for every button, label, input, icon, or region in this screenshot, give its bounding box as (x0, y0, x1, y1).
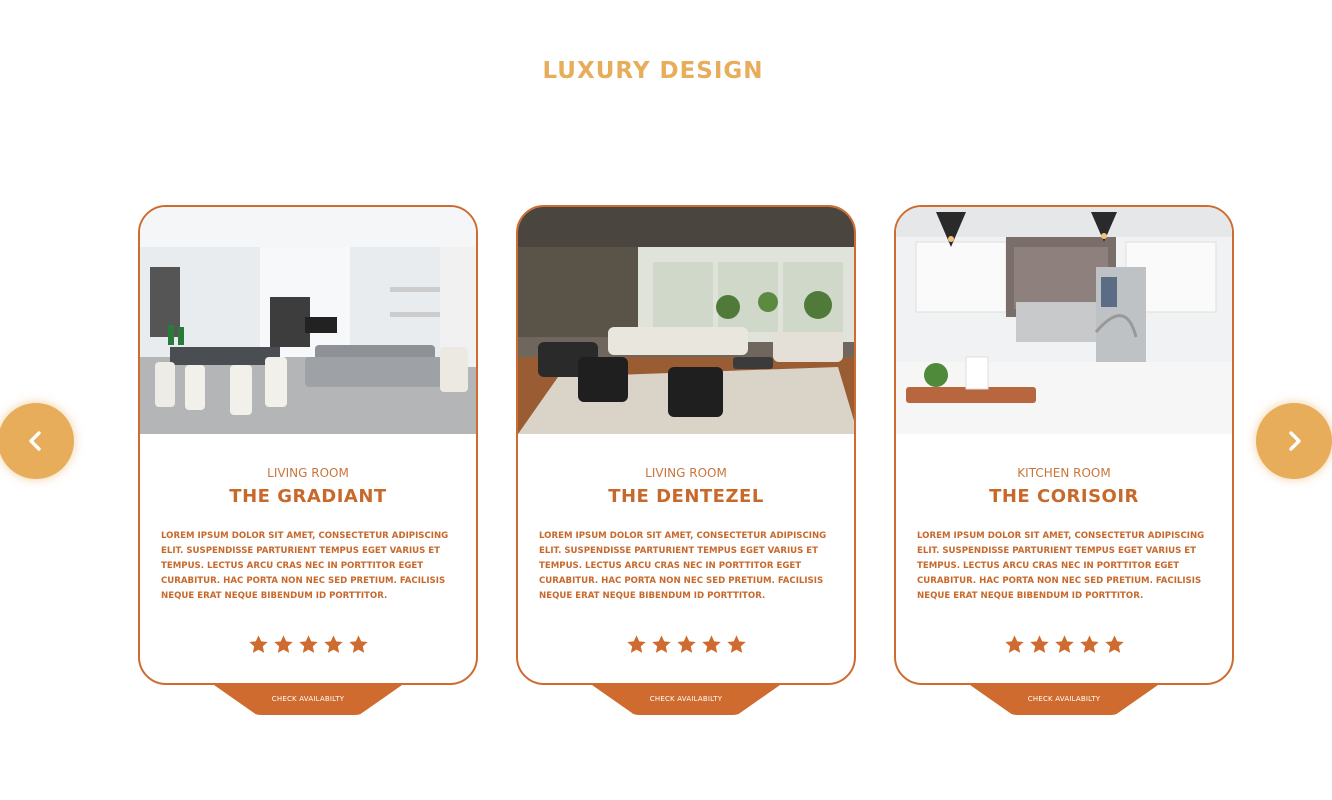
star-rating (896, 634, 1232, 655)
star-icon (298, 635, 318, 653)
room-name: THE CORISOIR (989, 486, 1139, 507)
room-type: LIVING ROOM (267, 466, 349, 480)
star-icon (726, 635, 746, 653)
check-availability-label: CHECK AVAILABILTY (649, 695, 723, 703)
star-icon (348, 635, 368, 653)
prev-button[interactable] (0, 403, 74, 479)
room-card[interactable]: KITCHEN ROOM THE CORISOIR LOREM IPSUM DO… (894, 205, 1234, 685)
check-availability-button[interactable]: CHECK AVAILABILTY (970, 685, 1158, 715)
room-description: LOREM IPSUM DOLOR SIT AMET, CONSECTETUR … (917, 531, 1205, 601)
room-description: LOREM IPSUM DOLOR SIT AMET, CONSECTETUR … (539, 531, 827, 601)
check-availability-label: CHECK AVAILABILTY (1027, 695, 1101, 703)
star-icon (323, 635, 343, 653)
living-room-photo (518, 207, 854, 434)
room-description: LOREM IPSUM DOLOR SIT AMET, CONSECTETUR … (161, 531, 449, 601)
star-icon (1029, 635, 1049, 653)
room-name: THE DENTEZEL (608, 486, 764, 507)
star-icon (1054, 635, 1074, 653)
star-rating (140, 634, 476, 655)
check-availability-button[interactable]: CHECK AVAILABILTY (592, 685, 780, 715)
star-icon (1004, 635, 1024, 653)
living-room-photo (140, 207, 476, 434)
star-icon (248, 635, 268, 653)
room-card[interactable]: LIVING ROOM THE DENTEZEL LOREM IPSUM DOL… (516, 205, 856, 685)
star-rating (518, 634, 854, 655)
room-type: LIVING ROOM (645, 466, 727, 480)
star-icon (1104, 635, 1124, 653)
chevron-left-icon (29, 431, 41, 451)
star-icon (273, 635, 293, 653)
star-icon (1079, 635, 1099, 653)
chevron-right-icon (1289, 431, 1301, 451)
room-card[interactable]: LIVING ROOM THE GRADIANT LOREM IPSUM DOL… (138, 205, 478, 685)
star-icon (626, 635, 646, 653)
section-title: LUXURY DESIGN (542, 58, 764, 84)
room-name: THE GRADIANT (229, 486, 387, 507)
next-button[interactable] (1256, 403, 1332, 479)
room-type: KITCHEN ROOM (1017, 466, 1111, 480)
star-icon (651, 635, 671, 653)
check-availability-label: CHECK AVAILABILTY (271, 695, 345, 703)
check-availability-button[interactable]: CHECK AVAILABILTY (214, 685, 402, 715)
star-icon (676, 635, 696, 653)
star-icon (701, 635, 721, 653)
kitchen-photo (896, 207, 1232, 434)
